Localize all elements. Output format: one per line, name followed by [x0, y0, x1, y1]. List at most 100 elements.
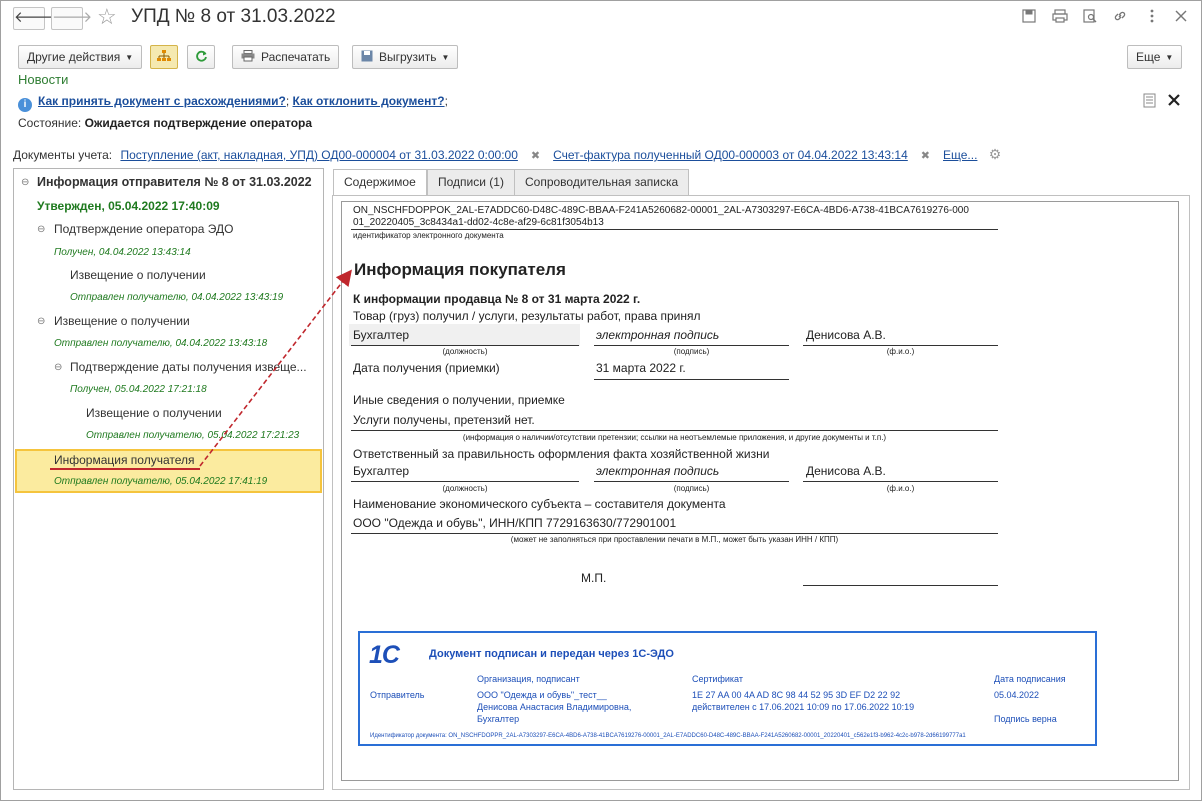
tree-root-node[interactable]: Информация отправителя № 8 от 31.03.2022: [37, 175, 312, 189]
name-value: Денисова А.В.: [806, 464, 886, 478]
rule: [351, 229, 998, 230]
window-title: УПД № 8 от 31.03.2022: [131, 6, 336, 27]
caption-name: (ф.и.о.): [886, 347, 915, 356]
stamp-sign-date: 05.04.2022: [994, 690, 1040, 700]
caption-signature: (подпись): [673, 347, 710, 356]
preview-icon[interactable]: [1082, 9, 1098, 25]
tab-content[interactable]: Содержимое: [333, 169, 427, 196]
forward-button[interactable]: 🡒: [51, 7, 92, 30]
remove-link-icon[interactable]: ✖: [921, 150, 930, 162]
state-value: Ожидается подтверждение оператора: [84, 116, 313, 130]
tree-node-operator-confirmation[interactable]: Подтверждение оператора ЭДО: [54, 222, 234, 236]
tree-node-status: Отправлен получателю, 05.04.2022 17:21:2…: [86, 430, 300, 441]
receipt-date-label: Дата получения (приемки): [353, 361, 500, 375]
rule: [803, 481, 998, 482]
responsible-label: Ответственный за правильность оформления…: [353, 447, 770, 461]
separator-text: ;: [285, 94, 290, 108]
stamp-signature-valid: Подпись верна: [994, 714, 1057, 724]
document-list-icon[interactable]: [1143, 93, 1157, 111]
tree-node-buyer-info[interactable]: Информация получателя: [54, 453, 195, 467]
help-links-row: i Как принять документ с расхождениями?; …: [18, 94, 448, 112]
collapse-toggle-icon[interactable]: ⊖: [37, 224, 45, 235]
floppy-icon: [361, 50, 379, 64]
close-panel-icon[interactable]: [1168, 94, 1180, 109]
stamp-org: ООО "Одежда и обувь"_тест__: [477, 690, 607, 700]
arrow-right-icon: 🡒: [52, 9, 93, 26]
invoice-doc-link[interactable]: Счет-фактура полученный ОД00-000003 от 0…: [553, 148, 908, 162]
title-bar: 🡐 🡒 ☆ УПД № 8 от 31.03.2022: [0, 0, 1200, 38]
accept-with-discrepancies-link[interactable]: Как принять документ с расхождениями?: [38, 94, 286, 108]
collapse-toggle-icon[interactable]: ⊖: [37, 316, 45, 327]
refresh-icon: [195, 50, 208, 64]
remove-link-icon[interactable]: ✖: [531, 150, 540, 162]
chevron-down-icon: ▼: [1165, 53, 1174, 62]
rule: [351, 345, 579, 346]
structure-button[interactable]: [150, 45, 178, 69]
link-icon[interactable]: [1112, 9, 1128, 25]
refresh-button[interactable]: [187, 45, 215, 69]
tree-node-status: Получен, 05.04.2022 17:21:18: [70, 384, 207, 395]
stamp-cert-validity: действителен с 17.06.2021 10:09 по 17.06…: [692, 702, 915, 712]
rule: [351, 481, 579, 482]
tree-node-receipt-notice[interactable]: Извещение о получении: [86, 406, 222, 420]
tree-node-receipt-notice[interactable]: Извещение о получении: [54, 314, 190, 328]
tree-node-status: Отправлен получателю, 04.04.2022 13:43:1…: [70, 292, 284, 303]
underline-annotation: [50, 468, 200, 470]
receipt-doc-link[interactable]: Поступление (акт, накладная, УПД) ОД00-0…: [120, 148, 517, 162]
document-title: Информация покупателя: [354, 260, 566, 279]
entity-caption: (может не заполняться при проставлении п…: [510, 535, 839, 544]
other-info-label: Иные сведения о получении, приемке: [353, 393, 565, 407]
gear-icon[interactable]: ⚙: [989, 146, 1002, 162]
other-info-caption: (информация о наличии/отсутствии претенз…: [462, 433, 887, 442]
more-menu-icon[interactable]: [1144, 9, 1160, 25]
other-actions-label: Другие действия: [27, 50, 121, 64]
back-button[interactable]: 🡐: [13, 7, 54, 30]
stamp-title: Документ подписан и передан через 1С-ЭДО: [429, 648, 674, 660]
chevron-down-icon: ▼: [125, 53, 134, 62]
stamp-cert-serial: 1E 27 AA 00 4A AD 8C 98 44 52 95 3D EF D…: [692, 690, 901, 700]
export-button[interactable]: Выгрузить ▼: [352, 45, 459, 69]
rule: [803, 585, 998, 586]
arrow-left-icon: 🡐: [14, 9, 55, 26]
info-icon: i: [18, 98, 32, 112]
1c-logo: 1С: [369, 641, 400, 669]
rule: [351, 533, 998, 534]
close-window-icon[interactable]: [1173, 9, 1189, 25]
print-button[interactable]: Распечатать: [232, 45, 340, 69]
entity-label: Наименование экономического субъекта – с…: [353, 497, 726, 511]
state-label: Состояние:: [18, 116, 82, 130]
separator-text: ;: [444, 94, 448, 108]
rule: [594, 379, 789, 380]
tree-node-status: Получен, 04.04.2022 13:43:14: [54, 247, 191, 258]
tree-root-status: Утвержден, 05.04.2022 17:40:09: [37, 199, 220, 213]
other-actions-button[interactable]: Другие действия ▼: [18, 45, 143, 69]
tab-cover-note[interactable]: Сопроводительная записка: [514, 169, 690, 195]
caption-signature: (подпись): [673, 484, 710, 493]
tree-node-receipt-notice[interactable]: Извещение о получении: [70, 268, 206, 282]
collapse-toggle-icon[interactable]: ⊖: [21, 177, 29, 188]
document-tree: ⊖ Информация отправителя № 8 от 31.03.20…: [13, 168, 324, 790]
tree-node-status: Отправлен получателю, 05.04.2022 17:41:1…: [54, 476, 268, 487]
caption-position: (должность): [442, 484, 488, 493]
reject-document-link[interactable]: Как отклонить документ?: [293, 94, 445, 108]
more-button[interactable]: Еще ▼: [1127, 45, 1183, 69]
stamp-document-id: Идентификатор документа: ON_NSCHFDOPPR_2…: [370, 733, 966, 739]
other-info-value: Услуги получены, претензий нет.: [353, 413, 535, 427]
tab-signatures[interactable]: Подписи (1): [427, 169, 515, 195]
printer-icon: [241, 50, 261, 64]
more-docs-link[interactable]: Еще...: [943, 148, 977, 162]
news-link[interactable]: Новости: [18, 72, 68, 87]
stamp-signer-position: Бухгалтер: [477, 714, 520, 724]
favorite-star-icon[interactable]: ☆: [97, 4, 117, 30]
save-icon[interactable]: [1021, 9, 1037, 25]
signature-value: электронная подпись: [596, 464, 720, 478]
rule: [803, 345, 998, 346]
caption-position: (должность): [442, 347, 488, 356]
tree-node-status: Отправлен получателю, 04.04.2022 13:43:1…: [54, 338, 268, 349]
print-icon[interactable]: [1052, 9, 1068, 25]
caption-name: (ф.и.о.): [886, 484, 915, 493]
doc-id-line: 01_20220405_3c8434a1-dd02-4c8e-af29-6c81…: [353, 217, 604, 228]
tree-node-date-confirmation[interactable]: Подтверждение даты получения извеще...: [70, 360, 307, 374]
collapse-toggle-icon[interactable]: ⊖: [54, 362, 62, 373]
print-label: Распечатать: [261, 50, 331, 64]
